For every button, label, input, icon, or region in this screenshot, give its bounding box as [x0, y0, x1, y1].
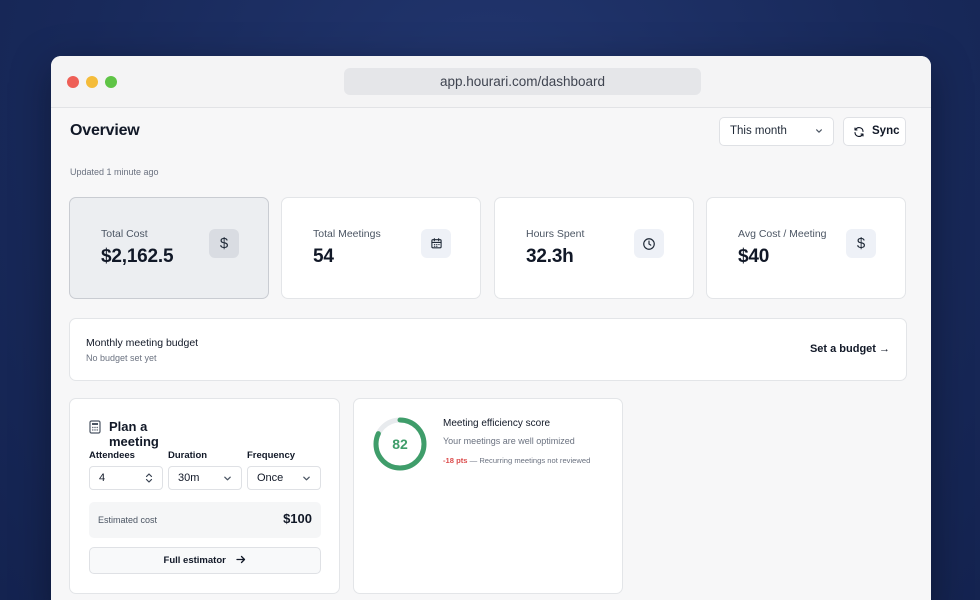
estimate-value: $100: [283, 511, 312, 526]
score-delta: -18 pts: [443, 456, 468, 465]
duration-select[interactable]: 30m: [168, 466, 242, 490]
stat-value: 32.3h: [526, 246, 574, 267]
budget-title: Monthly meeting budget: [86, 337, 199, 349]
page-title: Overview: [70, 122, 140, 139]
updated-timestamp: Updated 1 minute ago: [70, 167, 159, 177]
maximize-window-button[interactable]: [105, 76, 117, 88]
full-estimator-button[interactable]: Full estimator: [89, 547, 321, 574]
sync-button[interactable]: Sync: [843, 117, 906, 146]
close-window-button[interactable]: [67, 76, 79, 88]
dollar-icon: $: [846, 229, 876, 258]
stat-card-avg-cost[interactable]: Avg Cost / Meeting $40 $: [706, 197, 906, 299]
estimated-cost-box: Estimated cost $100: [89, 502, 321, 538]
sync-label: Sync: [872, 125, 900, 137]
score-subtitle: Your meetings are well optimized: [443, 436, 575, 446]
full-estimator-label: Full estimator: [163, 555, 226, 566]
period-select-value: This month: [730, 125, 787, 137]
attendees-stepper[interactable]: 4: [89, 466, 163, 490]
chevron-down-icon: [224, 476, 231, 481]
score-note: -18 pts — Recurring meetings not reviewe…: [443, 456, 603, 466]
stat-label: Total Meetings: [313, 228, 381, 240]
plan-title: Plan a meeting: [109, 419, 159, 449]
attendees-label: Attendees: [89, 450, 135, 461]
set-budget-link[interactable]: Set a budget →: [810, 343, 890, 355]
stat-value: $2,162.5: [101, 246, 174, 267]
clock-icon: [634, 229, 664, 258]
calendar-icon: [421, 229, 451, 258]
attendees-value: 4: [99, 472, 106, 484]
estimate-label: Estimated cost: [98, 515, 158, 525]
score-value: 82: [392, 436, 408, 452]
stat-label: Avg Cost / Meeting: [738, 228, 827, 240]
stat-label: Total Cost: [101, 228, 148, 240]
calculator-icon: [89, 420, 101, 434]
frequency-value: Once: [257, 472, 284, 484]
refresh-icon: [854, 127, 864, 137]
stat-label: Hours Spent: [526, 228, 585, 240]
score-note-text: — Recurring meetings not reviewed: [469, 456, 591, 465]
duration-label: Duration: [168, 450, 208, 461]
stat-value: $40: [738, 246, 770, 267]
stat-card-total-cost[interactable]: Total Cost $2,162.5 $: [69, 197, 269, 299]
stepper-arrows-icon[interactable]: [145, 472, 153, 484]
browser-titlebar: app.hourari.com/dashboard: [51, 56, 931, 108]
budget-subtitle: No budget set yet: [86, 353, 157, 363]
address-bar[interactable]: app.hourari.com/dashboard: [344, 68, 701, 95]
stat-value: 54: [313, 246, 334, 267]
arrow-right-icon: [236, 555, 246, 564]
dollar-icon: $: [209, 229, 239, 258]
dashboard-content: Overview Updated 1 minute ago This month…: [51, 108, 931, 600]
plan-meeting-card: Plan a meeting Attendees Duration Freque…: [69, 398, 340, 594]
duration-value: 30m: [178, 472, 200, 484]
stat-card-total-meetings[interactable]: Total Meetings 54: [281, 197, 481, 299]
frequency-label: Frequency: [247, 450, 296, 461]
chevron-down-icon: [303, 476, 310, 481]
chevron-down-icon: [816, 129, 822, 133]
browser-window: app.hourari.com/dashboard Overview Updat…: [51, 56, 931, 600]
minimize-window-button[interactable]: [86, 76, 98, 88]
score-title: Meeting efficiency score: [443, 418, 551, 429]
budget-card: Monthly meeting budget No budget set yet…: [69, 318, 907, 381]
stat-card-hours-spent[interactable]: Hours Spent 32.3h: [494, 197, 694, 299]
efficiency-score-card: 82 Meeting efficiency score Your meeting…: [353, 398, 623, 594]
period-select[interactable]: This month: [719, 117, 834, 146]
frequency-select[interactable]: Once: [247, 466, 321, 490]
